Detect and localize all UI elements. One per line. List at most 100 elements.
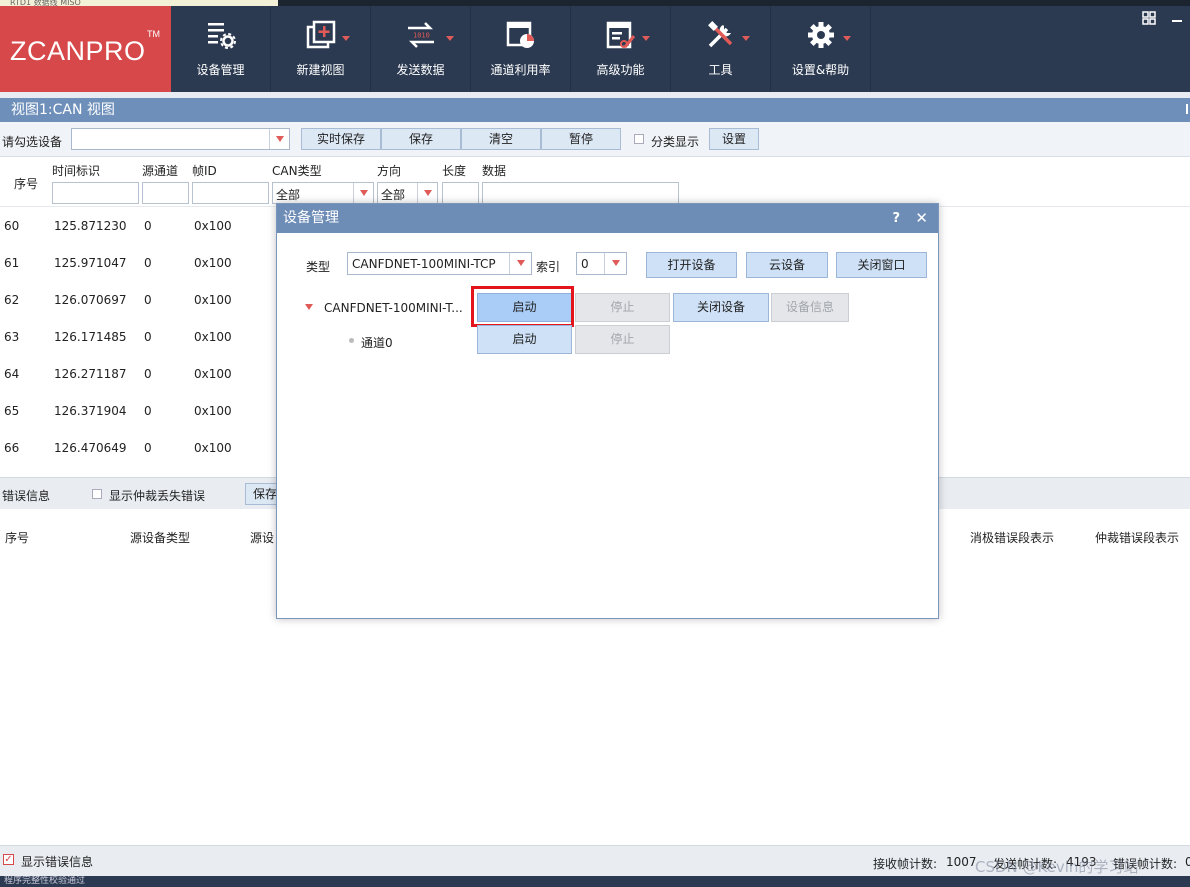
cell-time: 125.971047 xyxy=(54,256,127,270)
dialog-title-bar: 设备管理 ? ✕ xyxy=(277,204,938,233)
cell-seq: 63 xyxy=(4,330,20,344)
device-manager-dialog: 设备管理 ? ✕ 类型 CANFDNET-100MINI-TCP 索引 0 打开… xyxy=(276,203,939,619)
classify-checkbox[interactable] xyxy=(634,134,644,144)
ribbon-send-data-button[interactable]: 1010 发送数据 xyxy=(371,6,471,92)
ribbon-tools-button[interactable]: 工具 xyxy=(671,6,771,92)
dropdown-arrow-icon[interactable] xyxy=(417,183,437,203)
cell-frame-id: 0x100 xyxy=(194,367,232,381)
device-index-select[interactable]: 0 xyxy=(576,252,627,275)
svg-text:1010: 1010 xyxy=(413,32,430,40)
arbitration-lost-label: 显示仲裁丢失错误 xyxy=(109,489,206,503)
device-stop-button[interactable]: 停止 xyxy=(575,293,670,322)
close-icon[interactable]: ✕ xyxy=(915,204,928,233)
cell-time: 126.070697 xyxy=(54,293,127,307)
clear-button[interactable]: 清空 xyxy=(461,128,541,150)
direction-filter-value: 全部 xyxy=(381,188,406,202)
help-icon[interactable]: ? xyxy=(892,204,900,233)
send-data-icon: 1010 xyxy=(371,18,470,52)
open-device-button[interactable]: 打开设备 xyxy=(646,252,737,278)
close-device-button[interactable]: 关闭设备 xyxy=(673,293,769,322)
time-filter-input[interactable] xyxy=(52,182,139,204)
device-manage-icon xyxy=(171,18,270,52)
gear-icon xyxy=(771,18,870,52)
logo-text: ZCANPRO xyxy=(10,36,146,66)
pause-button[interactable]: 暂停 xyxy=(541,128,621,150)
save-button[interactable]: 保存 xyxy=(381,128,461,150)
cell-time: 125.871230 xyxy=(54,219,127,233)
channel-start-button[interactable]: 启动 xyxy=(477,325,572,354)
expand-arrow-icon[interactable] xyxy=(305,304,313,310)
id-filter-input[interactable] xyxy=(192,182,269,204)
bottom-message: 程序完整性校验通过 xyxy=(0,876,1190,887)
dropdown-arrow-icon[interactable] xyxy=(353,183,373,203)
device-tree-node[interactable]: CANFDNET-100MINI-T... xyxy=(324,301,463,315)
frame-table-header: 序号 时间标识 源通道 帧ID CAN类型 方向 长度 数据 全部 全部 xyxy=(0,157,1190,207)
arbitration-lost-checkbox[interactable] xyxy=(92,489,102,499)
dropdown-arrow-icon[interactable] xyxy=(269,129,289,149)
show-errors-checkbox[interactable]: ✓ xyxy=(3,854,14,865)
realtime-save-button[interactable]: 实时保存 xyxy=(301,128,381,150)
cell-seq: 65 xyxy=(4,404,20,418)
cell-seq: 62 xyxy=(4,293,20,307)
device-type-select[interactable]: CANFDNET-100MINI-TCP xyxy=(347,252,532,275)
col-src-channel: 源通道 xyxy=(142,164,179,178)
table-row[interactable]: 65 126.371904 0 0x100 xyxy=(0,392,280,429)
err-col-seq: 序号 xyxy=(5,531,30,545)
cell-channel: 0 xyxy=(144,367,152,381)
dropdown-arrow-icon[interactable] xyxy=(509,253,531,274)
device-info-button[interactable]: 设备信息 xyxy=(771,293,849,322)
ribbon-advanced-button[interactable]: 高级功能 xyxy=(571,6,671,92)
cell-channel: 0 xyxy=(144,293,152,307)
cell-channel: 0 xyxy=(144,404,152,418)
type-label: 类型 xyxy=(306,260,331,274)
data-filter-input[interactable] xyxy=(482,182,679,204)
table-row[interactable]: 62 126.070697 0 0x100 xyxy=(0,281,280,318)
close-window-button[interactable]: 关闭窗口 xyxy=(836,252,927,278)
cell-channel: 0 xyxy=(144,441,152,455)
device-select[interactable] xyxy=(71,128,290,150)
length-filter-input[interactable] xyxy=(442,182,479,204)
channel-tree-node[interactable]: 通道0 xyxy=(361,334,393,351)
cell-seq: 64 xyxy=(4,367,20,381)
cell-seq: 61 xyxy=(4,256,20,270)
cell-frame-id: 0x100 xyxy=(194,330,232,344)
cell-frame-id: 0x100 xyxy=(194,256,232,270)
table-row[interactable]: 61 125.971047 0 0x100 xyxy=(0,244,280,281)
advanced-icon xyxy=(571,18,670,52)
channel-filter-input[interactable] xyxy=(142,182,189,204)
view-title: 视图1:CAN 视图 xyxy=(11,102,115,118)
table-row[interactable]: 63 126.171485 0 0x100 xyxy=(0,318,280,355)
table-row[interactable]: 66 126.470649 0 0x100 xyxy=(0,429,280,466)
ribbon-device-manage-button[interactable]: 设备管理 xyxy=(171,6,271,92)
chevron-down-icon xyxy=(642,36,650,41)
cell-frame-id: 0x100 xyxy=(194,219,232,233)
ribbon-new-view-button[interactable]: 新建视图 xyxy=(271,6,371,92)
table-row[interactable]: 64 126.271187 0 0x100 xyxy=(0,355,280,392)
tree-bullet-icon xyxy=(349,338,354,343)
ribbon-label: 高级功能 xyxy=(596,63,645,77)
chevron-down-icon xyxy=(742,36,750,41)
direction-filter-select[interactable]: 全部 xyxy=(377,182,438,204)
cell-time: 126.470649 xyxy=(54,441,127,455)
can-type-filter-select[interactable]: 全部 xyxy=(272,182,374,204)
cell-frame-id: 0x100 xyxy=(194,293,232,307)
minimize-icon[interactable] xyxy=(1172,20,1182,22)
col-direction: 方向 xyxy=(377,164,402,178)
ribbon-settings-help-button[interactable]: 设置&帮助 xyxy=(771,6,871,92)
cloud-device-button[interactable]: 云设备 xyxy=(746,252,828,278)
zcanpro-logo: ZCANPRO TM xyxy=(0,6,171,92)
device-type-value: CANFDNET-100MINI-TCP xyxy=(352,257,496,271)
classify-label: 分类显示 xyxy=(651,135,700,149)
ribbon-label: 通道利用率 xyxy=(490,63,551,77)
cell-channel: 0 xyxy=(144,256,152,270)
ribbon-channel-usage-button[interactable]: 通道利用率 xyxy=(471,6,571,92)
channel-stop-button[interactable]: 停止 xyxy=(575,325,670,354)
settings-button[interactable]: 设置 xyxy=(709,128,759,150)
table-row[interactable]: 60 125.871230 0 0x100 xyxy=(0,207,280,244)
chevron-down-icon xyxy=(342,36,350,41)
pin-icon[interactable] xyxy=(1186,104,1190,114)
can-type-filter-value: 全部 xyxy=(276,188,301,202)
new-view-icon xyxy=(271,18,370,52)
layout-grid-icon[interactable] xyxy=(1142,11,1156,29)
dropdown-arrow-icon[interactable] xyxy=(604,253,626,274)
